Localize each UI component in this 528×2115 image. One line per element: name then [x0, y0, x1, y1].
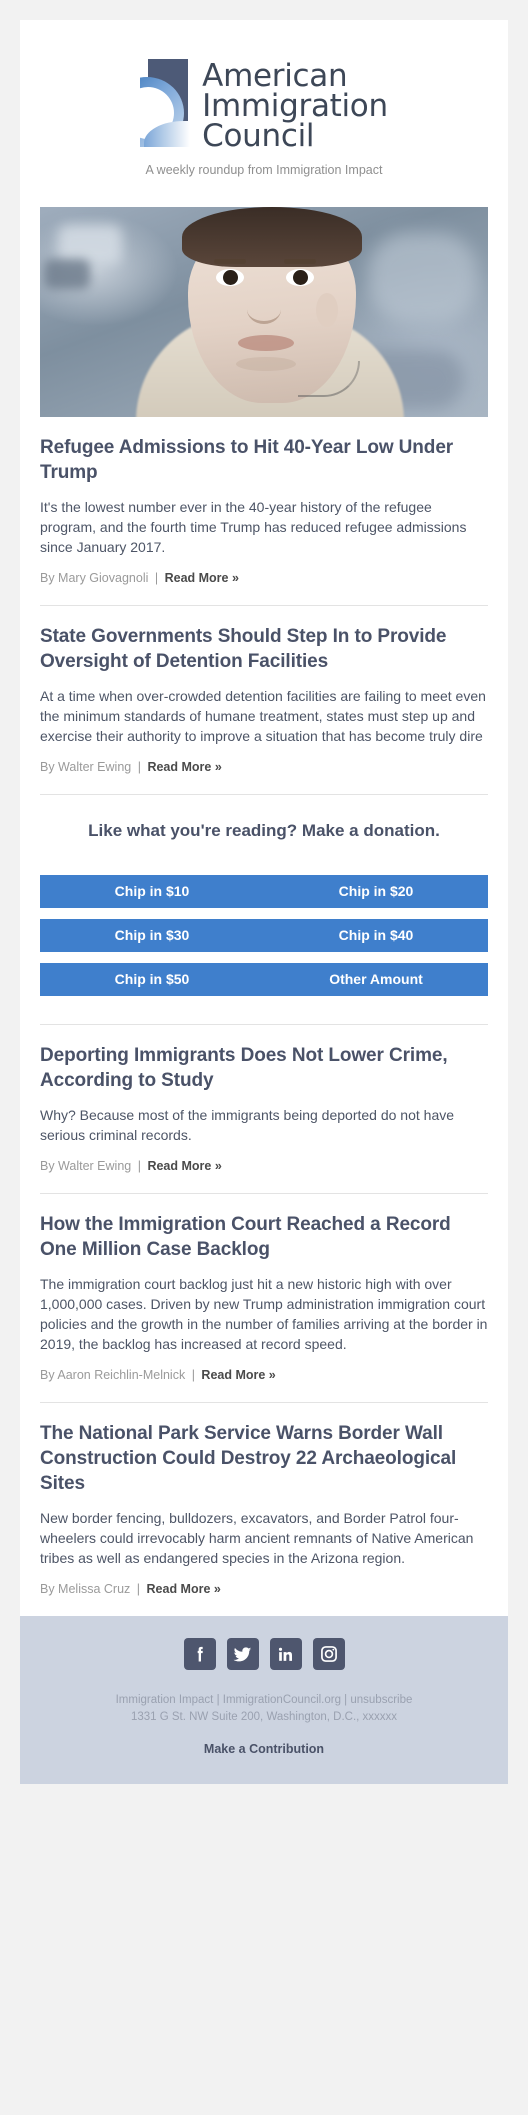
logo-link[interactable]: American Immigration Council [140, 55, 388, 152]
author-name: By Melissa Cruz [40, 1582, 131, 1596]
article-summary: At a time when over-crowded detention fa… [40, 688, 486, 744]
newsletter-tagline: A weekly roundup from Immigration Impact [145, 163, 383, 177]
article-title[interactable]: How the Immigration Court Reached a Reco… [40, 1212, 488, 1262]
article-title[interactable]: Deporting Immigrants Does Not Lower Crim… [40, 1043, 488, 1093]
logo-line-2: Immigration [202, 88, 388, 124]
logo-line-1: American [202, 58, 348, 94]
logo-line-3: Council [202, 118, 315, 154]
footer-address-line: 1331 G St. NW Suite 200, Washington, D.C… [130, 1711, 398, 1723]
article-byline: By Melissa Cruz | Read More » [40, 1582, 488, 1610]
article-byline: By Mary Giovagnoli | Read More » [40, 571, 488, 599]
author-name: By Mary Giovagnoli [40, 571, 149, 585]
article-summary: Why? Because most of the immigrants bein… [40, 1107, 455, 1143]
article-summary: New border fencing, bulldozers, excavato… [40, 1510, 474, 1566]
hero-image[interactable] [40, 207, 488, 417]
read-more-link[interactable]: Read More » [147, 760, 221, 774]
author-name: By Walter Ewing [40, 1159, 132, 1173]
email-body: American Immigration Council A weekly roun… [20, 20, 508, 1784]
article-summary: It's the lowest number ever in the 40-ye… [40, 499, 467, 555]
email-page: American Immigration Council A weekly roun… [0, 0, 528, 2115]
read-more-link[interactable]: Read More » [201, 1368, 275, 1382]
donate-button-10[interactable]: Chip in $10 [40, 875, 264, 908]
author-name: By Aaron Reichlin-Melnick [40, 1368, 186, 1382]
read-more-link[interactable]: Read More » [147, 1159, 221, 1173]
donate-button-20[interactable]: Chip in $20 [264, 875, 488, 908]
article-item: Deporting Immigrants Does Not Lower Crim… [40, 1025, 488, 1193]
byline-separator: | [137, 760, 141, 774]
article-title[interactable]: The National Park Service Warns Border W… [40, 1421, 488, 1496]
email-footer: Immigration Impact | ImmigrationCouncil.… [20, 1616, 508, 1784]
donation-block: Like what you're reading? Make a donatio… [40, 795, 488, 1024]
donation-heading: Like what you're reading? Make a donatio… [88, 821, 440, 840]
article-byline: By Walter Ewing | Read More » [40, 760, 488, 788]
article-title[interactable]: State Governments Should Step In to Prov… [40, 624, 488, 674]
footer-links-line[interactable]: Immigration Impact | ImmigrationCouncil.… [20, 1692, 508, 1709]
make-contribution-link[interactable]: Make a Contribution [204, 1742, 324, 1756]
read-more-link[interactable]: Read More » [147, 1582, 221, 1596]
linkedin-icon[interactable] [269, 1638, 302, 1670]
facebook-icon[interactable] [183, 1638, 216, 1670]
article-title[interactable]: Refugee Admissions to Hit 40-Year Low Un… [40, 435, 488, 485]
logo-wordmark: American Immigration Council [202, 55, 388, 154]
byline-separator: | [154, 571, 159, 585]
email-header: American Immigration Council A weekly roun… [20, 20, 508, 193]
author-name: By Walter Ewing [40, 760, 132, 774]
article-byline: By Aaron Reichlin-Melnick | Read More » [40, 1368, 488, 1396]
instagram-icon[interactable] [312, 1638, 345, 1670]
article-byline: By Walter Ewing | Read More » [40, 1159, 488, 1187]
donate-button-30[interactable]: Chip in $30 [40, 919, 264, 952]
article-item: Refugee Admissions to Hit 40-Year Low Un… [40, 417, 488, 605]
byline-separator: | [137, 1159, 141, 1173]
donate-button-other[interactable]: Other Amount [264, 963, 488, 996]
donate-button-50[interactable]: Chip in $50 [40, 963, 264, 996]
byline-separator: | [136, 1582, 141, 1596]
article-item: The National Park Service Warns Border W… [40, 1403, 488, 1616]
article-item: State Governments Should Step In to Prov… [40, 606, 488, 794]
content-area: Refugee Admissions to Hit 40-Year Low Un… [20, 417, 508, 1616]
read-more-link[interactable]: Read More » [165, 571, 239, 585]
article-summary: The immigration court backlog just hit a… [40, 1276, 488, 1352]
article-item: How the Immigration Court Reached a Reco… [40, 1194, 488, 1402]
social-links [20, 1638, 508, 1670]
twitter-icon[interactable] [226, 1638, 259, 1670]
byline-separator: | [191, 1368, 195, 1382]
donate-button-40[interactable]: Chip in $40 [264, 919, 488, 952]
council-logo-icon [140, 55, 192, 147]
donation-button-grid: Chip in $10 Chip in $20 Chip in $30 Chip… [40, 875, 488, 1018]
